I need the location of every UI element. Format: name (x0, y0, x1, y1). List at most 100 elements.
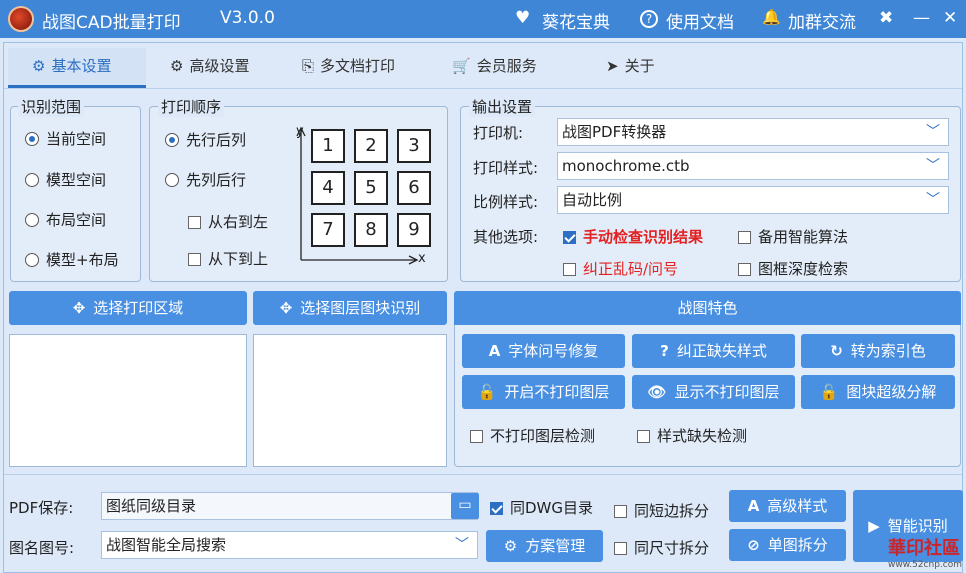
bell-icon: 🔔 (762, 8, 781, 26)
show-noprint-layer-button[interactable]: 👁 显示不打印图层 (632, 375, 795, 409)
radio-circle (25, 213, 39, 227)
check-manual-review[interactable]: 手动检查识别结果 (563, 226, 703, 247)
checkbox (490, 502, 503, 515)
checkbox-label: 从下到上 (208, 250, 269, 268)
checkbox-label: 样式缺失检测 (657, 427, 748, 445)
button-label: 开启不打印图层 (504, 383, 610, 401)
single-split-button[interactable]: ⊘ 单图拆分 (729, 529, 846, 561)
grid-cell: 5 (354, 171, 388, 205)
radio-row-first[interactable]: 先行后列 (165, 129, 246, 150)
button-label: 字体问号修复 (508, 342, 599, 360)
select-layer-block-button[interactable]: ✥ 选择图层图块识别 (253, 291, 447, 325)
radio-label: 布局空间 (46, 211, 107, 229)
chevron-down-icon: ﹀ (455, 537, 469, 553)
select-value: 战图智能全局搜索 (106, 536, 227, 554)
print-style-select[interactable]: monochrome.ctb ﹀ (557, 152, 949, 180)
checkbox (563, 231, 576, 244)
radio-current-space[interactable]: 当前空间 (25, 128, 106, 149)
link-kuihua[interactable]: 葵花宝典 (542, 8, 610, 33)
fix-missing-style-button[interactable]: ? 纠正缺失样式 (632, 334, 795, 368)
features-header: 战图特色 (454, 291, 961, 325)
radio-circle (25, 173, 39, 187)
drawing-name-label: 图名图号: (9, 539, 75, 557)
printer-select[interactable]: 战图PDF转换器 ﹀ (557, 118, 949, 146)
tools-icon[interactable]: ✖ (879, 8, 893, 28)
enable-noprint-layer-button[interactable]: 🔓 开启不打印图层 (462, 375, 625, 409)
grid-cell: 3 (397, 129, 431, 163)
tab-label: 多文档打印 (320, 57, 396, 75)
app-title: 战图CAD批量打印 (42, 13, 181, 33)
select-print-area-button[interactable]: ✥ 选择打印区域 (9, 291, 247, 325)
minimize-button[interactable]: — (913, 8, 930, 28)
check-noprint-layer[interactable]: 不打印图层检测 (470, 425, 595, 446)
tab-about[interactable]: ➤ 关于 (606, 48, 676, 88)
radio-label: 模型+布局 (46, 251, 119, 269)
axis-x-label: x (418, 251, 426, 266)
tab-label: 会员服务 (476, 57, 537, 75)
select-value: monochrome.ctb (562, 157, 690, 175)
check-deep-search[interactable]: 图框深度检索 (738, 258, 848, 279)
unlock-icon: 🔓 (477, 383, 497, 401)
advanced-style-button[interactable]: A 高级样式 (729, 490, 846, 522)
check-same-size-split[interactable]: 同尺寸拆分 (614, 537, 709, 558)
check-bottom-to-top[interactable]: 从下到上 (188, 248, 268, 269)
gears-icon: ⚙ (170, 57, 184, 75)
heart-icon: ♥ (515, 8, 531, 28)
chevron-down-icon: ﹀ (926, 158, 940, 174)
watermark-text: 華印社區 (887, 538, 960, 559)
app-version: V3.0.0 (220, 8, 275, 28)
button-label: 单图拆分 (767, 536, 828, 554)
checkbox (188, 216, 201, 229)
button-label: 纠正缺失样式 (676, 342, 767, 360)
checkbox (470, 430, 483, 443)
link-docs[interactable]: 使用文档 (666, 8, 734, 33)
radio-col-first[interactable]: 先列后行 (165, 169, 246, 190)
checkbox (614, 542, 627, 555)
check-style-missing[interactable]: 样式缺失检测 (637, 425, 747, 446)
tab-advanced-settings[interactable]: ⚙ 高级设置 (170, 48, 280, 88)
check-fix-garble[interactable]: 纠正乱码/问号 (563, 258, 678, 279)
layer-block-list[interactable] (253, 334, 447, 467)
check-short-edge-split[interactable]: 同短边拆分 (614, 500, 709, 521)
radio-label: 先行后列 (186, 131, 247, 149)
tab-membership[interactable]: 🛒 会员服务 (452, 48, 552, 88)
button-label: 方案管理 (525, 537, 586, 555)
check-same-dwg-dir[interactable]: 同DWG目录 (490, 497, 593, 518)
convert-index-color-button[interactable]: ↻ 转为索引色 (801, 334, 955, 368)
link-group[interactable]: 加群交流 (788, 8, 856, 33)
ban-icon: ⊘ (747, 536, 760, 554)
radio-model-layout[interactable]: 模型+布局 (25, 249, 119, 270)
tab-multi-doc[interactable]: ⎘ 多文档打印 (302, 48, 422, 88)
pdf-save-field[interactable]: 图纸同级目录 (101, 492, 478, 520)
checkbox (637, 430, 650, 443)
tab-label: 高级设置 (189, 57, 250, 75)
fix-font-question-button[interactable]: A 字体问号修复 (462, 334, 625, 368)
checkbox-label: 从右到左 (208, 213, 269, 231)
close-button[interactable]: ✕ (943, 8, 957, 28)
radio-layout-space[interactable]: 布局空间 (25, 209, 106, 230)
block-explode-button[interactable]: 🔓 图块超级分解 (801, 375, 955, 409)
bottom-divider (4, 474, 962, 475)
radio-label: 模型空间 (46, 171, 107, 189)
grid-cell: 6 (397, 171, 431, 205)
order-legend: 打印顺序 (158, 96, 225, 117)
button-label: 显示不打印图层 (674, 383, 780, 401)
tab-basic-settings[interactable]: ⚙ 基本设置 (8, 48, 146, 88)
check-backup-algorithm[interactable]: 备用智能算法 (738, 226, 848, 247)
radio-model-space[interactable]: 模型空间 (25, 169, 106, 190)
unlock-icon: 🔓 (819, 383, 839, 401)
cart-icon: 🛒 (452, 57, 471, 75)
font-icon: A (747, 497, 760, 515)
button-label: 转为索引色 (850, 342, 926, 360)
checkbox-label: 纠正乱码/问号 (583, 260, 679, 278)
scheme-manage-button[interactable]: ⚙ 方案管理 (486, 530, 603, 562)
radio-label: 当前空间 (46, 130, 107, 148)
grid-cell: 8 (354, 213, 388, 247)
check-right-to-left[interactable]: 从右到左 (188, 211, 268, 232)
send-icon: ➤ (606, 57, 619, 75)
drawing-name-select[interactable]: 战图智能全局搜索 ﹀ (101, 531, 478, 559)
tab-label: 基本设置 (51, 57, 112, 75)
print-area-list[interactable] (9, 334, 247, 467)
folder-open-icon[interactable]: ▭ (451, 493, 479, 519)
scale-select[interactable]: 自动比例 ﹀ (557, 186, 949, 214)
